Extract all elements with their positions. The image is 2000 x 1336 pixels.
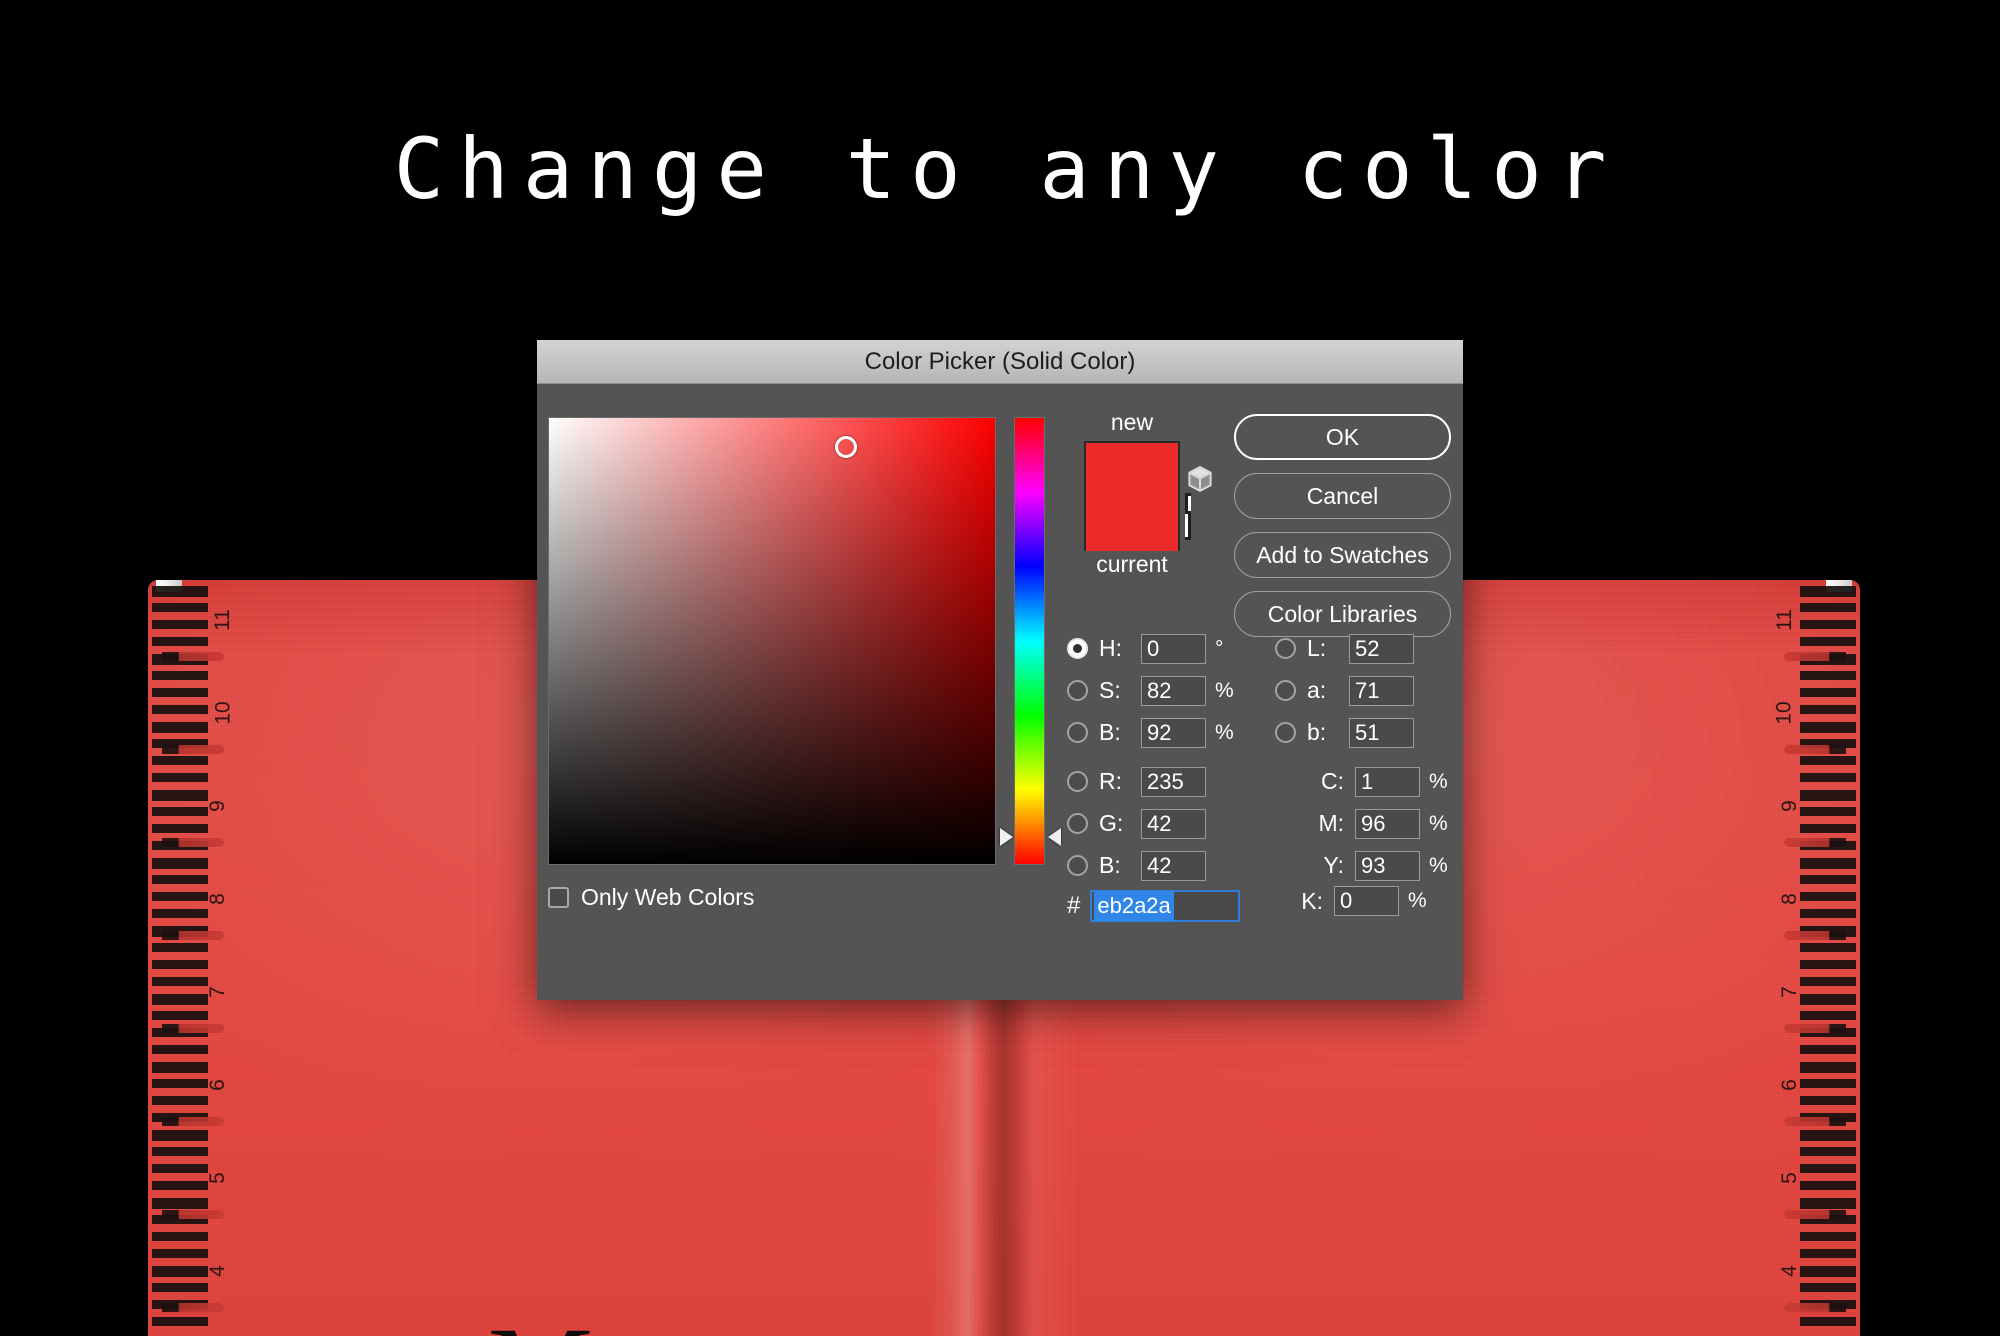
lab-cmyk-column: L: 52 a: 71 b: 51 C: 1 % M: 96 % Y: 93 % [1275, 632, 1465, 891]
hue-slider-handle-right-icon[interactable] [1048, 828, 1061, 846]
color-picker-dialog: Color Picker (Solid Color) Only Web Colo… [537, 340, 1463, 1000]
label-r: R: [1099, 768, 1122, 794]
saturation-brightness-field[interactable] [548, 417, 996, 865]
unit-y: % [1429, 853, 1448, 877]
radio-h[interactable] [1067, 638, 1088, 659]
field-row-r: R: 235 [1067, 765, 1267, 798]
field-row-c: C: 1 % [1275, 765, 1465, 798]
binder-clip-left-icon [156, 580, 182, 592]
only-web-colors-label: Only Web Colors [581, 884, 755, 910]
new-color-label: new [1110, 409, 1154, 435]
gamut-warning-group [1185, 464, 1217, 540]
color-preview-swatches: new current [1067, 409, 1197, 578]
only-web-colors-checkbox[interactable]: Only Web Colors [548, 884, 754, 911]
radio-lab-b[interactable] [1275, 722, 1296, 743]
label-brightness: B: [1099, 719, 1121, 745]
new-color-swatch[interactable] [1084, 440, 1180, 551]
input-brightness[interactable]: 92 [1141, 717, 1206, 748]
hsb-rgb-column: H: 0 ° S: 82 % B: 92 % R: 235 G: 42 B: 4… [1067, 632, 1267, 891]
binder-clip-right-icon [1826, 580, 1852, 592]
color-libraries-button[interactable]: Color Libraries [1234, 591, 1451, 637]
dialog-body: Only Web Colors new current OK Cancel Ad… [537, 384, 1463, 1000]
field-row-h: H: 0 ° [1067, 632, 1267, 665]
field-row-k: K: 0 % [1275, 886, 1434, 916]
field-row-b: B: 42 [1067, 849, 1267, 882]
unit-brightness: % [1215, 720, 1234, 744]
input-s[interactable]: 82 [1141, 675, 1206, 706]
hue-slider-handle-left-icon[interactable] [1000, 828, 1013, 846]
field-row-g: G: 42 [1067, 807, 1267, 840]
unit-k: % [1408, 889, 1427, 912]
web-safe-color-swatch[interactable] [1185, 493, 1191, 540]
cover-title: Mo [488, 1310, 654, 1336]
input-h[interactable]: 0 [1141, 633, 1206, 664]
radio-g[interactable] [1067, 813, 1088, 834]
field-row-y: Y: 93 % [1275, 849, 1465, 882]
input-m[interactable]: 96 [1355, 808, 1420, 839]
radio-a[interactable] [1275, 680, 1296, 701]
input-g[interactable]: 42 [1141, 808, 1206, 839]
label-s: S: [1099, 677, 1121, 703]
hue-slider[interactable] [1014, 417, 1045, 865]
field-row-brightness: B: 92 % [1067, 716, 1267, 749]
label-g: G: [1099, 810, 1124, 836]
radio-b[interactable] [1067, 855, 1088, 876]
label-h: H: [1099, 635, 1122, 661]
radio-r[interactable] [1067, 771, 1088, 792]
current-color-label: current [1096, 550, 1168, 577]
radio-l[interactable] [1275, 638, 1296, 659]
field-row-lab-b: b: 51 [1275, 716, 1465, 749]
label-a: a: [1307, 677, 1327, 703]
field-row-a: a: 71 [1275, 674, 1465, 707]
hex-input-value: eb2a2a [1094, 891, 1174, 921]
dialog-titlebar[interactable]: Color Picker (Solid Color) [537, 340, 1463, 384]
hex-prefix: # [1067, 892, 1081, 919]
label-lab-b: b: [1307, 719, 1327, 745]
checkbox-box-icon[interactable] [548, 887, 569, 908]
label-m: M: [1318, 810, 1344, 836]
radio-brightness[interactable] [1067, 722, 1088, 743]
input-y[interactable]: 93 [1355, 850, 1420, 881]
unit-m: % [1429, 811, 1448, 835]
label-y: Y: [1323, 852, 1344, 878]
cancel-button[interactable]: Cancel [1234, 473, 1451, 519]
screenshot-canvas: Change to any color 11 10 9 8 7 6 5 4 11 10 9 8 7 6 5… [0, 0, 2000, 1336]
hex-input[interactable]: eb2a2a [1090, 890, 1241, 922]
hex-field-group: # eb2a2a [1067, 890, 1241, 922]
input-k[interactable]: 0 [1334, 886, 1399, 916]
label-c: C: [1321, 768, 1344, 794]
field-row-s: S: 82 % [1067, 674, 1267, 707]
label-l: L: [1307, 635, 1327, 661]
label-k: K: [1301, 887, 1323, 914]
input-b[interactable]: 42 [1141, 850, 1206, 881]
input-lab-b[interactable]: 51 [1349, 717, 1414, 748]
unit-h: ° [1215, 636, 1224, 660]
ok-button[interactable]: OK [1234, 414, 1451, 460]
unit-c: % [1429, 769, 1448, 793]
input-l[interactable]: 52 [1349, 633, 1414, 664]
radio-s[interactable] [1067, 680, 1088, 701]
page-title: Change to any color [393, 120, 1621, 218]
color-marker-ring-icon[interactable] [835, 436, 857, 458]
unit-s: % [1215, 678, 1234, 702]
dialog-title: Color Picker (Solid Color) [864, 347, 1136, 375]
field-row-l: L: 52 [1275, 632, 1465, 665]
dialog-button-group: OK Cancel Add to Swatches Color Librarie… [1234, 414, 1451, 650]
label-b: B: [1099, 852, 1121, 878]
input-a[interactable]: 71 [1349, 675, 1414, 706]
add-to-swatches-button[interactable]: Add to Swatches [1234, 532, 1451, 578]
field-row-m: M: 96 % [1275, 807, 1465, 840]
input-c[interactable]: 1 [1355, 766, 1420, 797]
input-r[interactable]: 235 [1141, 766, 1206, 797]
